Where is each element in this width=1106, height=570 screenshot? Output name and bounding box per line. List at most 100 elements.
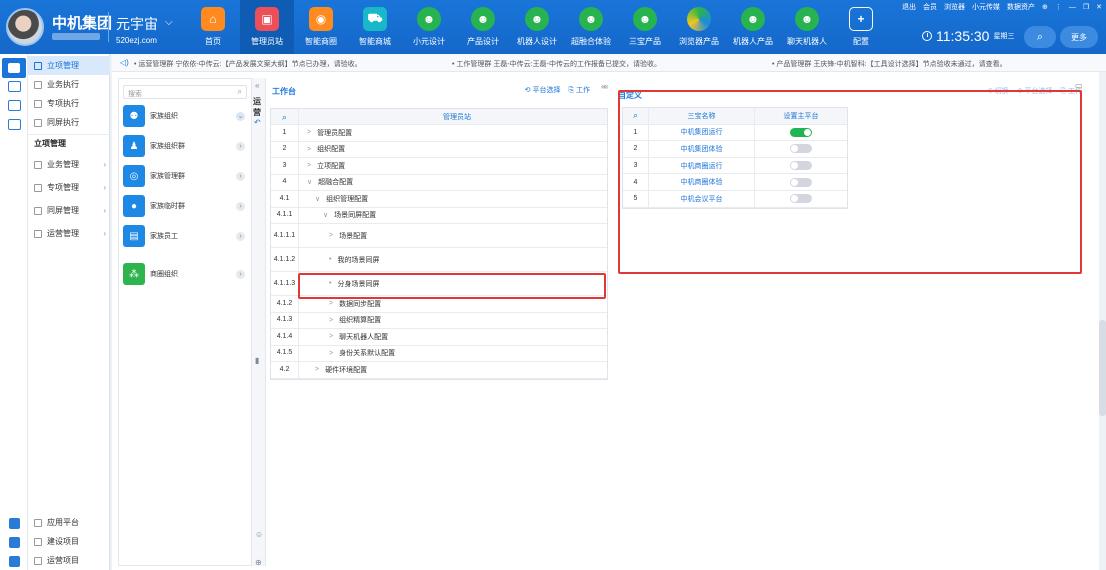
contact-family-temp-group[interactable]: ● 家族临时群 ›: [123, 193, 247, 219]
nav-hyper-experience[interactable]: ☻ 超融合体验: [564, 0, 618, 54]
chevron-right-icon[interactable]: ›: [236, 201, 245, 211]
close-icon[interactable]: ✕: [1096, 3, 1102, 11]
nav-robot-design[interactable]: ☻ 机器人设计: [510, 0, 564, 54]
sidebar-item-sync-management[interactable]: 同屏管理 ›: [28, 201, 110, 220]
main-platform-toggle[interactable]: [790, 177, 812, 187]
monitor-icon[interactable]: [8, 81, 21, 92]
contact-family-manage-group[interactable]: ◎ 家族管理群 ›: [123, 163, 247, 189]
scrollbar-thumb[interactable]: [1099, 320, 1106, 416]
tree-row[interactable]: 4.1.4 > 聊天机器人配置: [271, 329, 607, 346]
nav-config[interactable]: + 配置: [834, 0, 888, 54]
row-name-link[interactable]: 中机商圈运行: [649, 157, 755, 174]
minimize-icon[interactable]: —: [1069, 4, 1076, 11]
data-assets-link[interactable]: 数据资产: [1007, 2, 1035, 12]
search-button[interactable]: ⌕: [1024, 26, 1056, 48]
building-icon[interactable]: [9, 537, 20, 548]
platform-select-button[interactable]: ⟲ 平台选择: [1017, 86, 1053, 96]
sidebar-item-sync-execution[interactable]: 同屏执行: [28, 113, 110, 132]
ticker-message[interactable]: • 工作管理群 王磊-中传云:王磊-中传云的工作报备已提交，请验收。: [452, 59, 661, 69]
contact-family-org-group[interactable]: ♟ 家族组织群 ›: [123, 133, 247, 159]
row-name-link[interactable]: 中机商圈体验: [649, 174, 755, 190]
nav-xiaoyuan-design[interactable]: ☻ 小元设计: [402, 0, 456, 54]
nav-smart-mall[interactable]: ⛟ 智能商城: [348, 0, 402, 54]
nav-product-design[interactable]: ☻ 产品设计: [456, 0, 510, 54]
tree-row[interactable]: 4.1.1.1 > 场景配置: [271, 224, 607, 248]
main-platform-toggle[interactable]: [790, 127, 812, 137]
app-name[interactable]: 元宇宙: [116, 14, 158, 34]
tree-row[interactable]: 4.1 ∨ 组织管理配置: [271, 191, 607, 208]
window-icon[interactable]: ▭: [1075, 81, 1083, 90]
contact-family-employee[interactable]: ▤ 家族员工 ›: [123, 223, 247, 249]
nav-sanbao-products[interactable]: ☻ 三宝产品: [618, 0, 672, 54]
tree-row[interactable]: 4.1.1.2 • 我的场景同屏: [271, 248, 607, 272]
media-link[interactable]: 小元传媒: [972, 2, 1000, 12]
tree-row[interactable]: 2 > 组织配置: [271, 141, 607, 158]
nav-home[interactable]: ⌂ 首页: [186, 0, 240, 54]
sidebar-item-project-management[interactable]: 立项管理: [28, 56, 110, 75]
sidebar-item-operation-projects[interactable]: 运营项目: [28, 551, 110, 570]
sidebar-item-app-platform[interactable]: 应用平台: [28, 513, 110, 532]
search-icon[interactable]: ⌕: [623, 108, 649, 124]
switch-button[interactable]: ⟲ 切换: [987, 86, 1009, 96]
emoji-icon[interactable]: ☺: [255, 530, 263, 539]
sidebar-item-business-management[interactable]: 业务管理 ›: [28, 155, 110, 174]
add-circle-icon[interactable]: ⊕: [255, 558, 262, 567]
collapse-left-icon[interactable]: «: [255, 81, 259, 90]
globe-icon[interactable]: ⊕: [1042, 3, 1048, 11]
chevron-down-icon[interactable]: ⌄: [236, 111, 245, 121]
company-avatar[interactable]: [6, 8, 44, 46]
sidebar-item-business-execution[interactable]: 业务执行: [28, 75, 110, 94]
tree-row[interactable]: 4.1.1 ∨ 场景同屏配置: [271, 207, 607, 224]
search-icon[interactable]: ⌕: [271, 109, 299, 124]
chevron-right-icon[interactable]: ›: [236, 171, 245, 181]
main-platform-toggle[interactable]: [790, 194, 812, 204]
work-button[interactable]: ⎘ 工作: [568, 85, 590, 95]
member-link[interactable]: 会员: [923, 2, 937, 12]
tree-row[interactable]: 4 ∨ 超融合配置: [271, 174, 607, 191]
sidebar-item-special-management[interactable]: 专项管理 ›: [28, 178, 110, 197]
sidebar-item-label: 业务管理: [47, 160, 79, 169]
logout-link[interactable]: 退出: [902, 2, 916, 12]
tree-row[interactable]: 4.1.3 > 组织精算配置: [271, 312, 607, 329]
chevron-down-icon[interactable]: ⌵: [165, 17, 173, 28]
restore-icon[interactable]: ❐: [1083, 3, 1089, 11]
tree-row[interactable]: 1 > 管理员配置: [271, 125, 607, 142]
ticker-message[interactable]: • 产品管理群 王庆锋-中机智科:【工具设计选择】节点验收未通过，请查看。: [772, 59, 1007, 69]
sidebar-item-construction-projects[interactable]: 建设项目: [28, 532, 110, 551]
ticker-message[interactable]: • 运营管理群 宁依依-中传云:【产品发展文案大纲】节点已办理，请验收。: [134, 59, 362, 69]
menu-icon[interactable]: ⋮: [1055, 3, 1062, 11]
nav-chat-robot[interactable]: ☻ 聊天机器人: [780, 0, 834, 54]
lock-icon[interactable]: ▮: [255, 356, 259, 365]
tree-row[interactable]: 4.1.2 > 数据同步配置: [271, 296, 607, 313]
nav-admin-station[interactable]: ▣ 管理员站: [240, 0, 294, 54]
screen-icon[interactable]: [8, 100, 21, 111]
chevron-right-icon[interactable]: ›: [236, 269, 245, 279]
row-name-link[interactable]: 中机集团体验: [649, 141, 755, 157]
row-name-link[interactable]: 中机会议平台: [649, 190, 755, 207]
contact-family-org[interactable]: ⚉ 家族组织 ⌄: [123, 103, 247, 129]
share-screen-icon[interactable]: [8, 119, 21, 130]
undo-icon[interactable]: ↶: [254, 118, 261, 127]
main-platform-toggle[interactable]: [790, 161, 812, 171]
more-button[interactable]: 更多: [1060, 26, 1098, 48]
cube-icon[interactable]: [9, 518, 20, 529]
chevron-right-icon[interactable]: ›: [236, 231, 245, 241]
chevron-right-icon[interactable]: ›: [236, 141, 245, 151]
browser-link[interactable]: 浏览器: [944, 2, 965, 12]
tree-row[interactable]: 4.2 > 硬件环境配置: [271, 362, 607, 379]
nav-business-circle[interactable]: ◉ 智能商圈: [294, 0, 348, 54]
nav-robot-products[interactable]: ☻ 机器人产品: [726, 0, 780, 54]
tree-row[interactable]: 3 > 立项配置: [271, 158, 607, 175]
contacts-search-input[interactable]: 搜索 ⌕: [123, 85, 247, 99]
main-platform-toggle[interactable]: [790, 144, 812, 154]
row-name-link[interactable]: 中机集团运行: [649, 124, 755, 141]
contact-business-circle-org[interactable]: ⁂ 商圈组织 ›: [123, 261, 247, 287]
camera-icon[interactable]: [9, 556, 20, 567]
platform-select-button[interactable]: ⟲ 平台选择: [525, 85, 561, 95]
collapse-left-icon[interactable]: «: [604, 82, 608, 91]
sidebar-item-special-execution[interactable]: 专项执行: [28, 94, 110, 113]
sidebar-item-operations-management[interactable]: 运营管理 ›: [28, 224, 110, 243]
tree-row[interactable]: 4.1.5 > 身份关系默认配置: [271, 345, 607, 362]
nav-browser-products[interactable]: 浏览器产品: [672, 0, 726, 54]
tree-row-highlighted[interactable]: 4.1.1.3 • 分身场景同屏: [271, 272, 607, 296]
